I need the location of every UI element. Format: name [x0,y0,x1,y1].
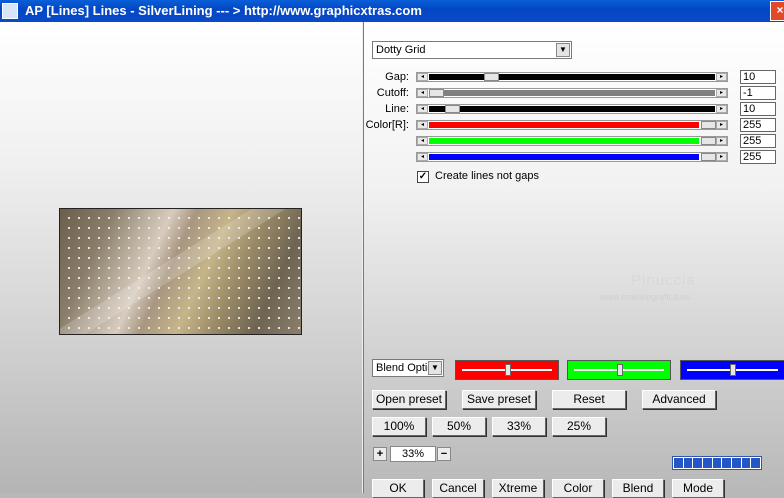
blend-button[interactable]: Blend [612,479,664,498]
slider-thumb[interactable] [445,105,460,113]
color-button[interactable]: Color [552,479,604,498]
arrow-left-icon[interactable]: ◂ [417,73,428,81]
value-slider[interactable]: ◂ ▸ [416,120,728,130]
slider-value-field[interactable]: 10 [740,102,776,116]
close-button[interactable]: × [770,1,784,21]
progress-segment [712,458,722,468]
value-slider[interactable]: ◂ ▸ [416,152,728,162]
zoom-25-button[interactable]: 25% [552,417,606,436]
arrow-left-icon[interactable]: ◂ [417,89,428,97]
zoom-level-field[interactable]: 33% [390,446,436,462]
slider-value-field[interactable]: 255 [740,150,776,164]
zoom-100-button[interactable]: 100% [372,417,426,436]
slider-thumb[interactable] [701,137,716,145]
arrow-right-icon[interactable]: ▸ [716,105,727,113]
progress-segment [683,458,693,468]
effect-preset-select[interactable]: Dotty Grid ▼ [372,41,572,59]
blue-channel-slider[interactable] [680,360,784,380]
arrow-left-icon[interactable]: ◂ [417,153,428,161]
progress-segment [693,458,703,468]
slider-value-field[interactable]: -1 [740,86,776,100]
blend-options-select[interactable]: Blend Optio ▼ [372,359,444,377]
effect-preset-value: Dotty Grid [376,44,426,56]
value-slider[interactable]: ◂ ▸ [416,72,728,82]
mode-button[interactable]: Mode [672,479,724,498]
slider-thumb[interactable] [701,153,716,161]
progress-segment [751,458,761,468]
chevron-down-icon[interactable]: ▼ [556,43,570,57]
cancel-button[interactable]: Cancel [432,479,484,498]
watermark-site: www.maidiregrafica.eu [600,292,691,302]
open-preset-button[interactable]: Open preset [372,390,446,409]
progress-segment [741,458,751,468]
slider-fill [429,122,699,128]
arrow-right-icon[interactable]: ▸ [716,137,727,145]
advanced-button[interactable]: Advanced [642,390,716,409]
slider-fill [429,106,715,112]
arrow-right-icon[interactable]: ▸ [716,121,727,129]
progress-segment [674,458,683,468]
progress-segment [732,458,741,468]
slider-fill [429,74,715,80]
slider-fill [429,90,715,96]
slider-fill [429,154,699,160]
progress-segment [722,458,732,468]
slider-value-field[interactable]: 255 [740,118,776,132]
progress-bar [672,456,762,470]
zoom-in-button[interactable]: + [373,447,387,461]
zoom-out-button[interactable]: − [437,447,451,461]
slider-thumb[interactable] [701,121,716,129]
chevron-down-icon[interactable]: ▼ [428,361,442,375]
arrow-left-icon[interactable]: ◂ [417,137,428,145]
slider-fill [429,138,699,144]
value-slider[interactable]: ◂ ▸ [416,88,728,98]
red-channel-slider[interactable] [455,360,559,380]
value-slider[interactable]: ◂ ▸ [416,136,728,146]
preview-pane [0,22,362,493]
slider-label: Line: [385,103,409,115]
green-channel-slider[interactable] [567,360,671,380]
arrow-left-icon[interactable]: ◂ [417,121,428,129]
create-lines-checkbox[interactable]: ✓ [417,171,429,183]
window-title: AP [Lines] Lines - SilverLining --- > ht… [25,3,422,18]
slider-thumb[interactable] [429,89,444,97]
blend-options-value: Blend Optio [376,362,428,374]
slider-label: Gap: [385,71,409,83]
xtreme-button[interactable]: Xtreme [492,479,544,498]
slider-label: Cutoff: [376,87,409,99]
arrow-right-icon[interactable]: ▸ [716,89,727,97]
blue-channel-knob[interactable] [730,364,736,376]
ok-button[interactable]: OK [372,479,424,498]
slider-label: Color[R]: [365,119,409,131]
zoom-33-button[interactable]: 33% [492,417,546,436]
preview-image [59,208,302,335]
save-preset-button[interactable]: Save preset [462,390,536,409]
green-channel-knob[interactable] [617,364,623,376]
slider-value-field[interactable]: 10 [740,70,776,84]
preview-dot-grid [60,209,301,334]
red-channel-knob[interactable] [505,364,511,376]
app-icon [2,3,18,19]
arrow-left-icon[interactable]: ◂ [417,105,428,113]
title-bar: AP [Lines] Lines - SilverLining --- > ht… [0,0,784,22]
value-slider[interactable]: ◂ ▸ [416,104,728,114]
create-lines-label: Create lines not gaps [435,170,539,182]
watermark-name: Pinuccia [631,272,696,289]
slider-thumb[interactable] [484,73,499,81]
reset-button[interactable]: Reset [552,390,626,409]
progress-segment [703,458,712,468]
zoom-50-button[interactable]: 50% [432,417,486,436]
slider-value-field[interactable]: 255 [740,134,776,148]
arrow-right-icon[interactable]: ▸ [716,73,727,81]
arrow-right-icon[interactable]: ▸ [716,153,727,161]
